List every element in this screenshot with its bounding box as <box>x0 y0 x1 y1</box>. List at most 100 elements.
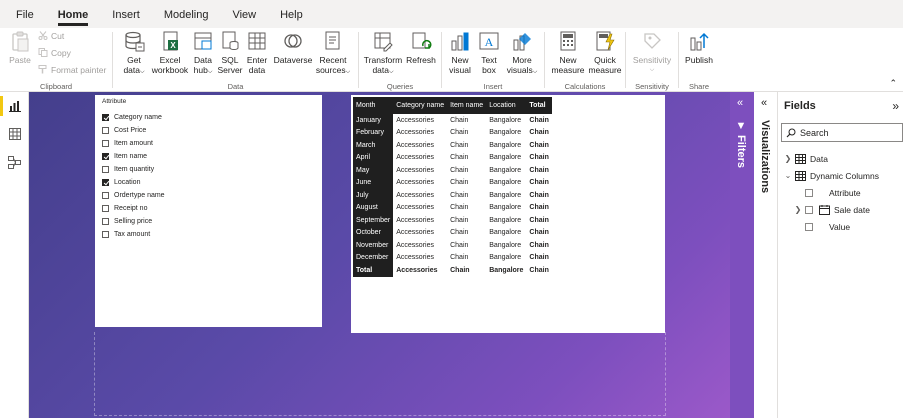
recent-sources-label-2: sources⌵ <box>315 65 351 75</box>
slicer-item[interactable]: Item quantity <box>102 163 154 175</box>
menu-tab-file[interactable]: File <box>0 9 46 28</box>
report-view-icon <box>8 101 21 112</box>
field-label: Value <box>829 221 851 232</box>
enter-data-label-2: data <box>248 65 266 75</box>
table-cell: Accessories <box>396 191 434 199</box>
slicer-item-label: Item amount <box>114 139 153 147</box>
field-attribute[interactable]: Attribute <box>805 184 861 201</box>
field-checkbox[interactable] <box>805 222 813 231</box>
chevron-right-icon[interactable]: ❯ <box>784 154 792 163</box>
clipboard-group: Paste Cut Copy Format painter Clipboard <box>0 28 112 92</box>
fields-search-input[interactable] <box>800 127 890 138</box>
table-cell: Chain <box>450 141 469 149</box>
slicer-checkbox[interactable] <box>102 113 109 121</box>
dataverse-button[interactable]: Dataverse <box>272 28 314 65</box>
cut-button[interactable]: Cut <box>38 31 64 41</box>
column-header[interactable]: Total <box>526 97 552 114</box>
sql-server-button[interactable]: SQL Server <box>217 28 243 75</box>
text-box-button[interactable]: A Text box <box>475 28 503 75</box>
slicer-item[interactable]: Item amount <box>102 137 153 149</box>
table-cell: Chain <box>529 129 549 137</box>
recent-sources-icon <box>325 31 340 50</box>
slicer-item[interactable]: Selling price <box>102 215 152 227</box>
clipboard-group-label: Clipboard <box>39 82 73 91</box>
column-header[interactable]: Month <box>353 97 394 114</box>
column-header[interactable]: Location <box>486 97 527 114</box>
table-cell: Bangalore <box>489 254 522 262</box>
slicer-item[interactable]: Location <box>102 176 140 188</box>
field-table-data[interactable]: ❯ Data <box>784 150 828 167</box>
copy-button[interactable]: Copy <box>38 48 71 58</box>
slicer-checkbox[interactable] <box>102 204 109 212</box>
filter-funnel-icon: ▼ <box>735 120 747 132</box>
menu-tab-insert[interactable]: Insert <box>100 9 152 28</box>
menu-tab-view[interactable]: View <box>220 9 268 28</box>
refresh-button[interactable]: Refresh <box>404 28 438 65</box>
chevron-right-icon[interactable]: ❯ <box>794 205 802 214</box>
new-measure-button[interactable]: New measure <box>549 28 587 75</box>
slicer-item-label: Item quantity <box>114 165 155 173</box>
report-canvas[interactable]: Attribute Category name Cost Price Item am… <box>29 92 730 418</box>
table-visual[interactable]: Month Category name Item name Location Total… <box>351 95 665 333</box>
get-data-button[interactable]: Get data⌵ <box>118 28 150 77</box>
slicer-checkbox[interactable] <box>102 191 109 199</box>
slicer-item[interactable]: Category name <box>102 111 162 123</box>
table-row: November Accessories Chain Bangalore Chain <box>353 239 552 252</box>
slicer-item[interactable]: Item name <box>102 150 147 162</box>
filters-pane[interactable]: « ▼Filters <box>730 92 754 418</box>
chevron-down-icon[interactable]: ⌄ <box>784 171 792 180</box>
new-visual-button[interactable]: New visual <box>446 28 474 75</box>
expand-filters-icon[interactable]: « <box>737 97 743 109</box>
excel-workbook-label-2: workbook <box>151 65 189 75</box>
slicer-checkbox[interactable] <box>102 230 109 238</box>
recent-sources-button[interactable]: Recent sources⌵ <box>313 28 353 77</box>
publish-button[interactable]: Publish <box>681 28 717 65</box>
field-value[interactable]: Value <box>805 218 850 235</box>
column-header[interactable]: Category name <box>393 97 448 114</box>
format-painter-button[interactable]: Format painter <box>38 65 106 75</box>
model-view-button[interactable] <box>0 150 29 174</box>
expand-visualizations-icon[interactable]: « <box>761 97 767 109</box>
slicer-item[interactable]: Receipt no <box>102 202 147 214</box>
recent-sources-label-1: Recent <box>319 55 347 65</box>
collapse-fields-icon[interactable]: » <box>892 99 899 113</box>
excel-workbook-button[interactable]: X Excel workbook <box>150 28 190 75</box>
transform-data-button[interactable]: Transform data⌵ <box>363 28 403 77</box>
data-view-button[interactable] <box>0 122 29 146</box>
table-cell: Accessories <box>396 216 434 224</box>
slicer-item[interactable]: Cost Price <box>102 124 146 136</box>
slicer-checkbox[interactable] <box>102 152 109 160</box>
field-checkbox[interactable] <box>805 188 813 197</box>
slicer-checkbox[interactable] <box>102 126 109 134</box>
excel-workbook-label-1: Excel <box>159 55 181 65</box>
data-hub-button[interactable]: Data hub⌵ <box>190 28 216 77</box>
field-checkbox[interactable] <box>805 205 813 214</box>
table-cell: Accessories <box>396 141 434 149</box>
data-hub-icon <box>194 32 212 50</box>
slicer-item[interactable]: Ordertype name <box>102 189 165 201</box>
slicer-checkbox[interactable] <box>102 165 109 173</box>
visualizations-pane[interactable]: « Visualizations <box>754 92 778 418</box>
slicer-checkbox[interactable] <box>102 178 109 186</box>
collapse-ribbon-icon[interactable]: ⌃ <box>889 78 897 89</box>
slicer-checkbox[interactable] <box>102 139 109 147</box>
menu-tab-modeling[interactable]: Modeling <box>152 9 221 28</box>
field-sale-date[interactable]: ❯ Sale date <box>794 201 870 218</box>
enter-data-button[interactable]: Enter data <box>244 28 270 75</box>
paste-button[interactable]: Paste <box>6 28 34 65</box>
column-header[interactable]: Item name <box>447 97 487 114</box>
model-view-icon <box>8 155 21 169</box>
report-view-button[interactable] <box>0 94 29 118</box>
field-table-dynamic-columns[interactable]: ⌄ Dynamic Columns <box>784 167 879 184</box>
slicer-checkbox[interactable] <box>102 217 109 225</box>
slicer-item[interactable]: Tax amount <box>102 228 150 240</box>
attribute-slicer[interactable]: Attribute Category name Cost Price Item am… <box>95 95 322 327</box>
menu-tab-help[interactable]: Help <box>268 9 315 28</box>
quick-measure-button[interactable]: Quick measure <box>587 28 623 75</box>
more-visuals-button[interactable]: More visuals⌵ <box>504 28 540 77</box>
sensitivity-button[interactable]: Sensitivity ⌵ <box>629 28 675 75</box>
data-view-icon <box>8 128 21 140</box>
fields-search-box[interactable] <box>781 123 903 142</box>
copy-icon <box>38 48 48 57</box>
menu-tab-home[interactable]: Home <box>46 9 101 28</box>
